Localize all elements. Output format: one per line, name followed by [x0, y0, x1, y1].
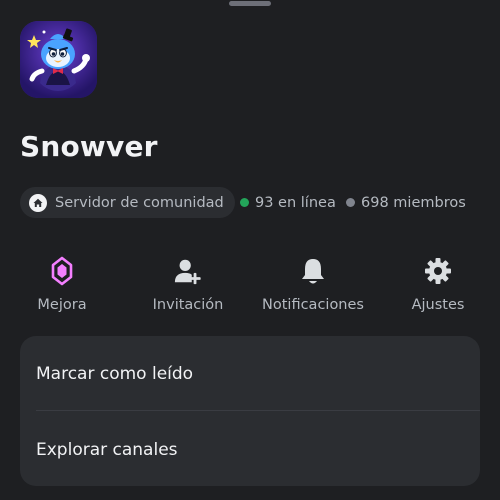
penguin-mascot-icon	[20, 21, 97, 98]
boost-label: Mejora	[37, 297, 87, 313]
invite-button[interactable]: Invitación	[133, 255, 243, 313]
boost-button[interactable]: Mejora	[7, 255, 117, 313]
community-server-badge[interactable]: Servidor de comunidad	[20, 187, 235, 218]
online-count: 93 en línea	[240, 187, 336, 218]
add-user-icon	[173, 255, 203, 287]
server-avatar[interactable]	[20, 21, 97, 98]
browse-channels-item[interactable]: Explorar canales	[36, 440, 178, 460]
notifications-label: Notificaciones	[262, 297, 364, 313]
gear-icon	[423, 255, 453, 287]
menu-divider	[36, 410, 480, 411]
notifications-button[interactable]: Notificaciones	[258, 255, 368, 313]
member-count-text: 698 miembros	[361, 194, 466, 211]
community-label: Servidor de comunidad	[55, 194, 224, 211]
member-count: 698 miembros	[346, 187, 466, 218]
invite-label: Invitación	[152, 297, 224, 313]
online-status-icon	[240, 198, 249, 207]
online-count-text: 93 en línea	[255, 194, 336, 211]
mark-as-read-item[interactable]: Marcar como leído	[36, 364, 193, 384]
server-bottom-sheet: Snowver Servidor de comunidad 93 en líne…	[0, 0, 500, 500]
settings-label: Ajustes	[411, 297, 465, 313]
members-status-icon	[346, 198, 355, 207]
drag-handle[interactable]	[229, 1, 271, 6]
server-name: Snowver	[20, 130, 158, 163]
settings-button[interactable]: Ajustes	[383, 255, 493, 313]
server-menu-card: Marcar como leído Explorar canales	[20, 336, 480, 486]
bell-icon	[298, 255, 328, 287]
community-house-icon	[28, 193, 48, 213]
boost-gem-icon	[47, 255, 77, 287]
